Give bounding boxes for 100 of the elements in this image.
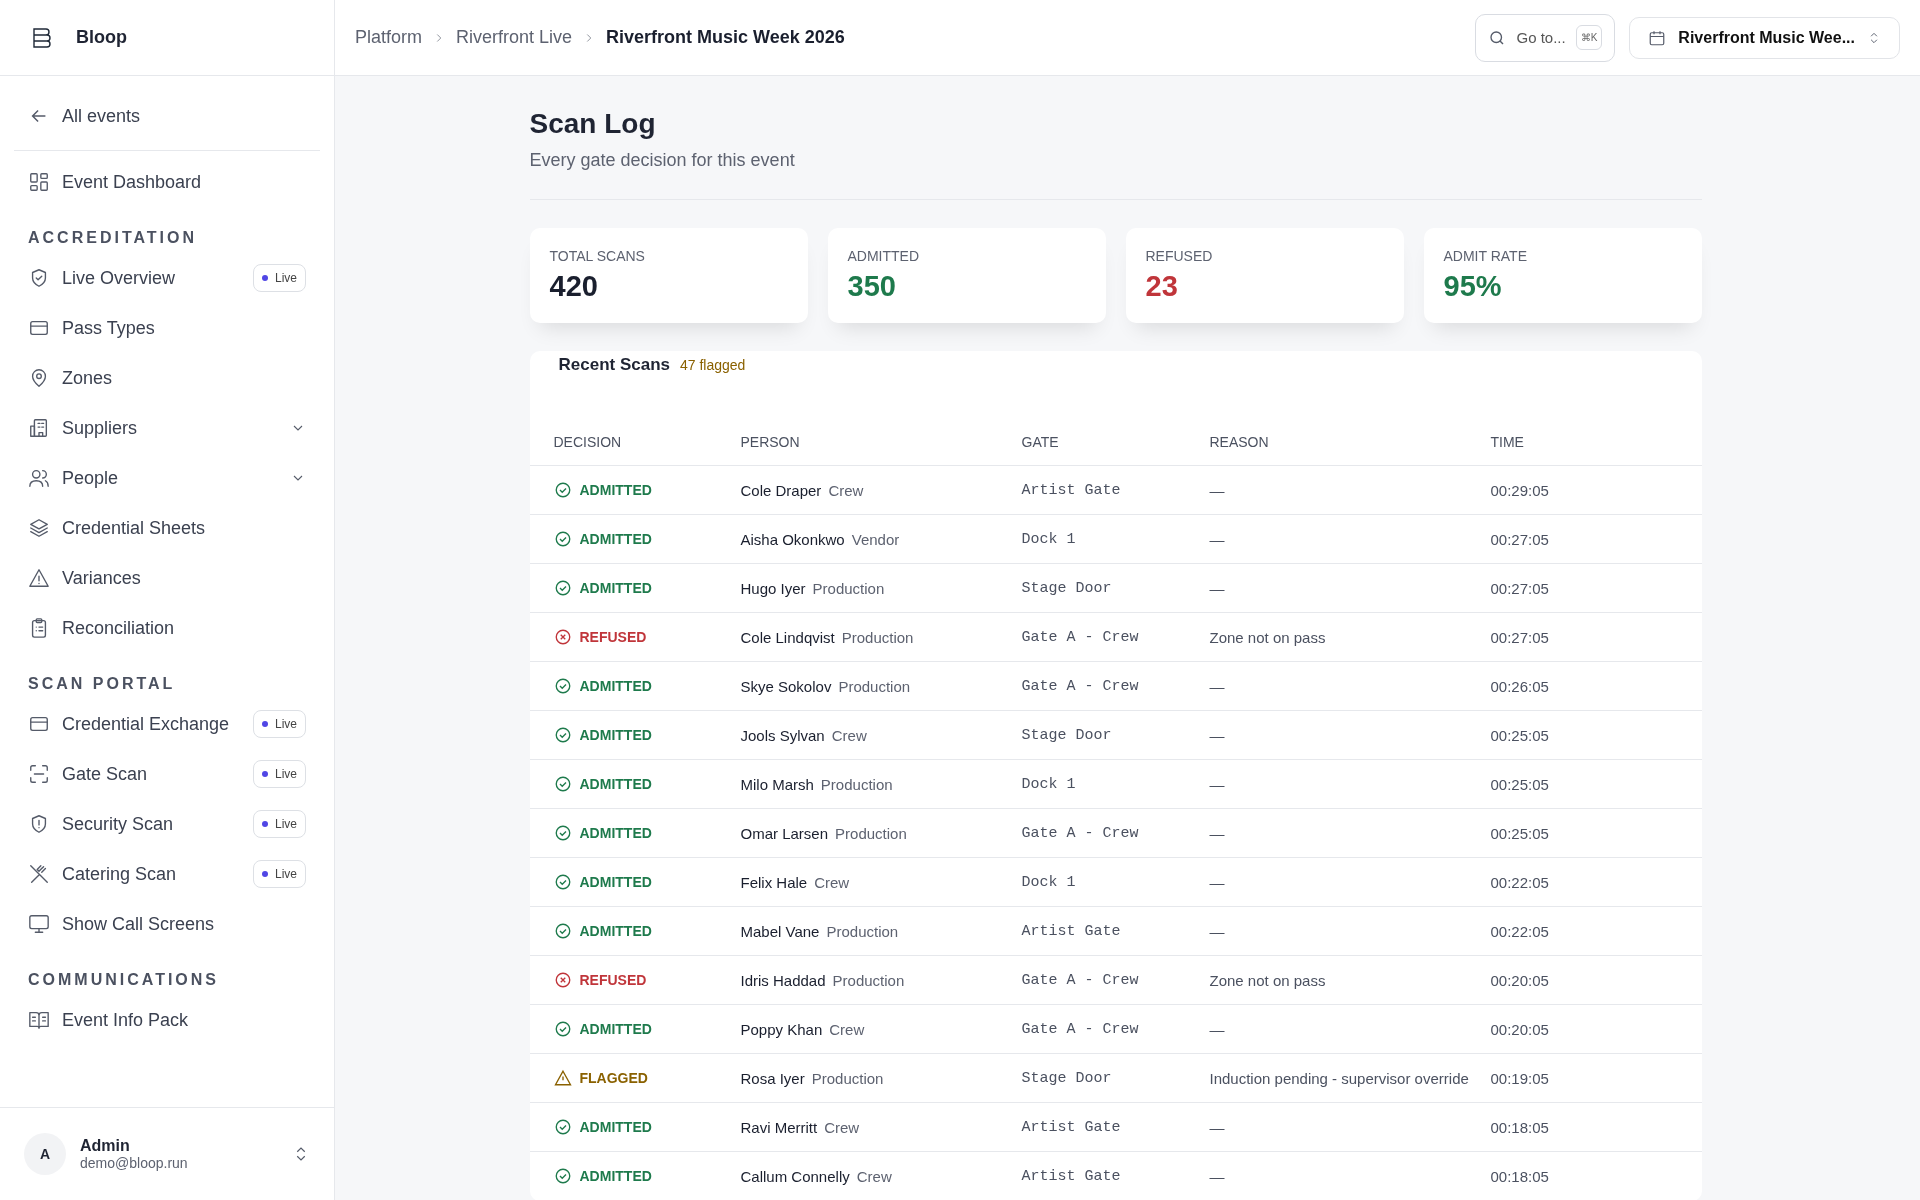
time-cell-text: 00:25:05 — [1490, 775, 1550, 793]
nav-item[interactable]: Variances — [14, 553, 320, 603]
nav-item[interactable]: Show Call Screens — [14, 899, 320, 949]
time-cell-text: 00:18:05 — [1490, 1118, 1550, 1136]
nav-item[interactable]: Gate Scan Live — [14, 749, 320, 799]
gate-cell-text: Gate A - Crew — [1021, 971, 1140, 989]
live-badge: Live — [253, 860, 306, 888]
check-circle-icon — [553, 1167, 572, 1185]
reason-cell-text: Zone not on pass — [1209, 971, 1327, 989]
check-circle-icon — [553, 922, 572, 940]
decision-status: ADMITTED — [579, 1168, 652, 1184]
live-badge: Live — [253, 710, 306, 738]
decision-status: ADMITTED — [579, 1021, 652, 1037]
nav-item[interactable]: Suppliers — [14, 403, 320, 453]
time-cell-text: 00:27:05 — [1490, 579, 1550, 597]
flagged-count: 47 flagged — [680, 357, 746, 373]
stat-value: 350 — [847, 270, 897, 303]
reason-cell-text: — — [1209, 1118, 1226, 1136]
nav-item[interactable]: Live Overview Live — [14, 253, 320, 303]
warning-icon — [553, 1069, 572, 1087]
decision-status: REFUSED — [579, 629, 647, 645]
nav-item[interactable]: Credential Exchange Live — [14, 699, 320, 749]
decision-status: ADMITTED — [579, 776, 652, 792]
person-role: Production — [838, 677, 911, 695]
nav-item[interactable]: Reconciliation — [14, 603, 320, 653]
nav-item[interactable]: Event Dashboard — [14, 157, 320, 207]
section-heading: SCAN PORTAL — [27, 674, 177, 694]
book-icon — [28, 1009, 50, 1031]
person-role: Production — [812, 579, 885, 597]
nav-item[interactable]: Catering Scan Live — [14, 849, 320, 899]
column-header: TIME — [1490, 434, 1525, 450]
dashboard-icon — [28, 171, 50, 193]
column-header: GATE — [1021, 434, 1060, 450]
time-cell-text: 00:25:05 — [1490, 824, 1550, 842]
monitor-icon — [28, 913, 50, 935]
person-role: Production — [841, 628, 914, 646]
time-cell-text: 00:22:05 — [1490, 873, 1550, 891]
gate-cell-text: Stage Door — [1021, 1069, 1113, 1087]
scan-icon — [28, 763, 50, 785]
live-badge: Live — [253, 810, 306, 838]
gate-cell-text: Stage Door — [1021, 726, 1113, 744]
live-badge: Live — [253, 760, 306, 788]
gate-cell-text: Gate A - Crew — [1021, 1020, 1140, 1038]
user-email: demo@bloop.run — [80, 1155, 189, 1171]
nav-item[interactable]: Security Scan Live — [14, 799, 320, 849]
column-header: DECISION — [553, 434, 623, 450]
breadcrumb[interactable]: Riverfront Live — [456, 27, 573, 48]
person-name: Jools Sylvan — [740, 726, 825, 744]
back-link[interactable]: All events — [14, 90, 320, 142]
decision-status: ADMITTED — [579, 678, 652, 694]
person-role: Crew — [828, 481, 864, 499]
decision-status: ADMITTED — [579, 727, 652, 743]
gate-cell-text: Gate A - Crew — [1021, 824, 1140, 842]
event-selector[interactable]: Riverfront Music Wee... — [1629, 16, 1900, 59]
panel-title: Recent Scans — [558, 355, 670, 375]
warning-icon — [28, 567, 50, 589]
nav-item[interactable]: Pass Types — [14, 303, 320, 353]
gate-cell-text: Artist Gate — [1021, 922, 1122, 940]
person-role: Crew — [829, 1020, 865, 1038]
reason-cell-text: — — [1209, 922, 1226, 940]
person-role: Vendor — [851, 530, 900, 548]
time-cell-text: 00:20:05 — [1490, 971, 1550, 989]
user-avatar: A — [24, 1133, 66, 1175]
nav-item[interactable]: People — [14, 453, 320, 503]
check-circle-icon — [553, 1020, 572, 1038]
gate-cell-text: Artist Gate — [1021, 1167, 1122, 1185]
decision-status: ADMITTED — [579, 825, 652, 841]
stat-label: TOTAL SCANS — [549, 248, 646, 264]
nav-item[interactable]: Zones — [14, 353, 320, 403]
time-cell-text: 00:29:05 — [1490, 481, 1550, 499]
check-circle-icon — [553, 481, 572, 499]
nav-item[interactable]: Credential Sheets — [14, 503, 320, 553]
person-name: Mabel Vane — [740, 922, 820, 940]
nav-item[interactable]: Event Info Pack — [14, 995, 320, 1045]
reason-cell-text: — — [1209, 775, 1226, 793]
decision-status: ADMITTED — [579, 580, 652, 596]
person-name: Cole Lindqvist — [740, 628, 835, 646]
person-role: Production — [832, 971, 905, 989]
section-heading: ACCREDITATION — [27, 228, 199, 248]
stat-label: ADMITTED — [847, 248, 921, 264]
check-circle-icon — [553, 1118, 572, 1136]
person-name: Rosa Iyer — [740, 1069, 805, 1087]
person-name: Felix Hale — [740, 873, 808, 891]
gate-cell-text: Artist Gate — [1021, 481, 1122, 499]
reason-cell-text: Zone not on pass — [1209, 628, 1327, 646]
check-circle-icon — [553, 824, 572, 842]
gate-cell-text: Stage Door — [1021, 579, 1113, 597]
breadcrumb[interactable]: Platform — [355, 27, 423, 48]
check-circle-icon — [553, 775, 572, 793]
time-cell-text: 00:18:05 — [1490, 1167, 1550, 1185]
decision-status: ADMITTED — [579, 1119, 652, 1135]
person-name: Cole Draper — [740, 481, 822, 499]
goto-button[interactable]: Go to... ⌘K — [1475, 13, 1616, 62]
gate-cell-text: Artist Gate — [1021, 1118, 1122, 1136]
layers-icon — [28, 517, 50, 539]
section-heading: COMMUNICATIONS — [27, 970, 221, 990]
people-icon — [28, 467, 50, 489]
decision-status: ADMITTED — [579, 874, 652, 890]
person-role: Production — [820, 775, 893, 793]
breadcrumb[interactable]: Riverfront Music Week 2026 — [606, 27, 845, 48]
